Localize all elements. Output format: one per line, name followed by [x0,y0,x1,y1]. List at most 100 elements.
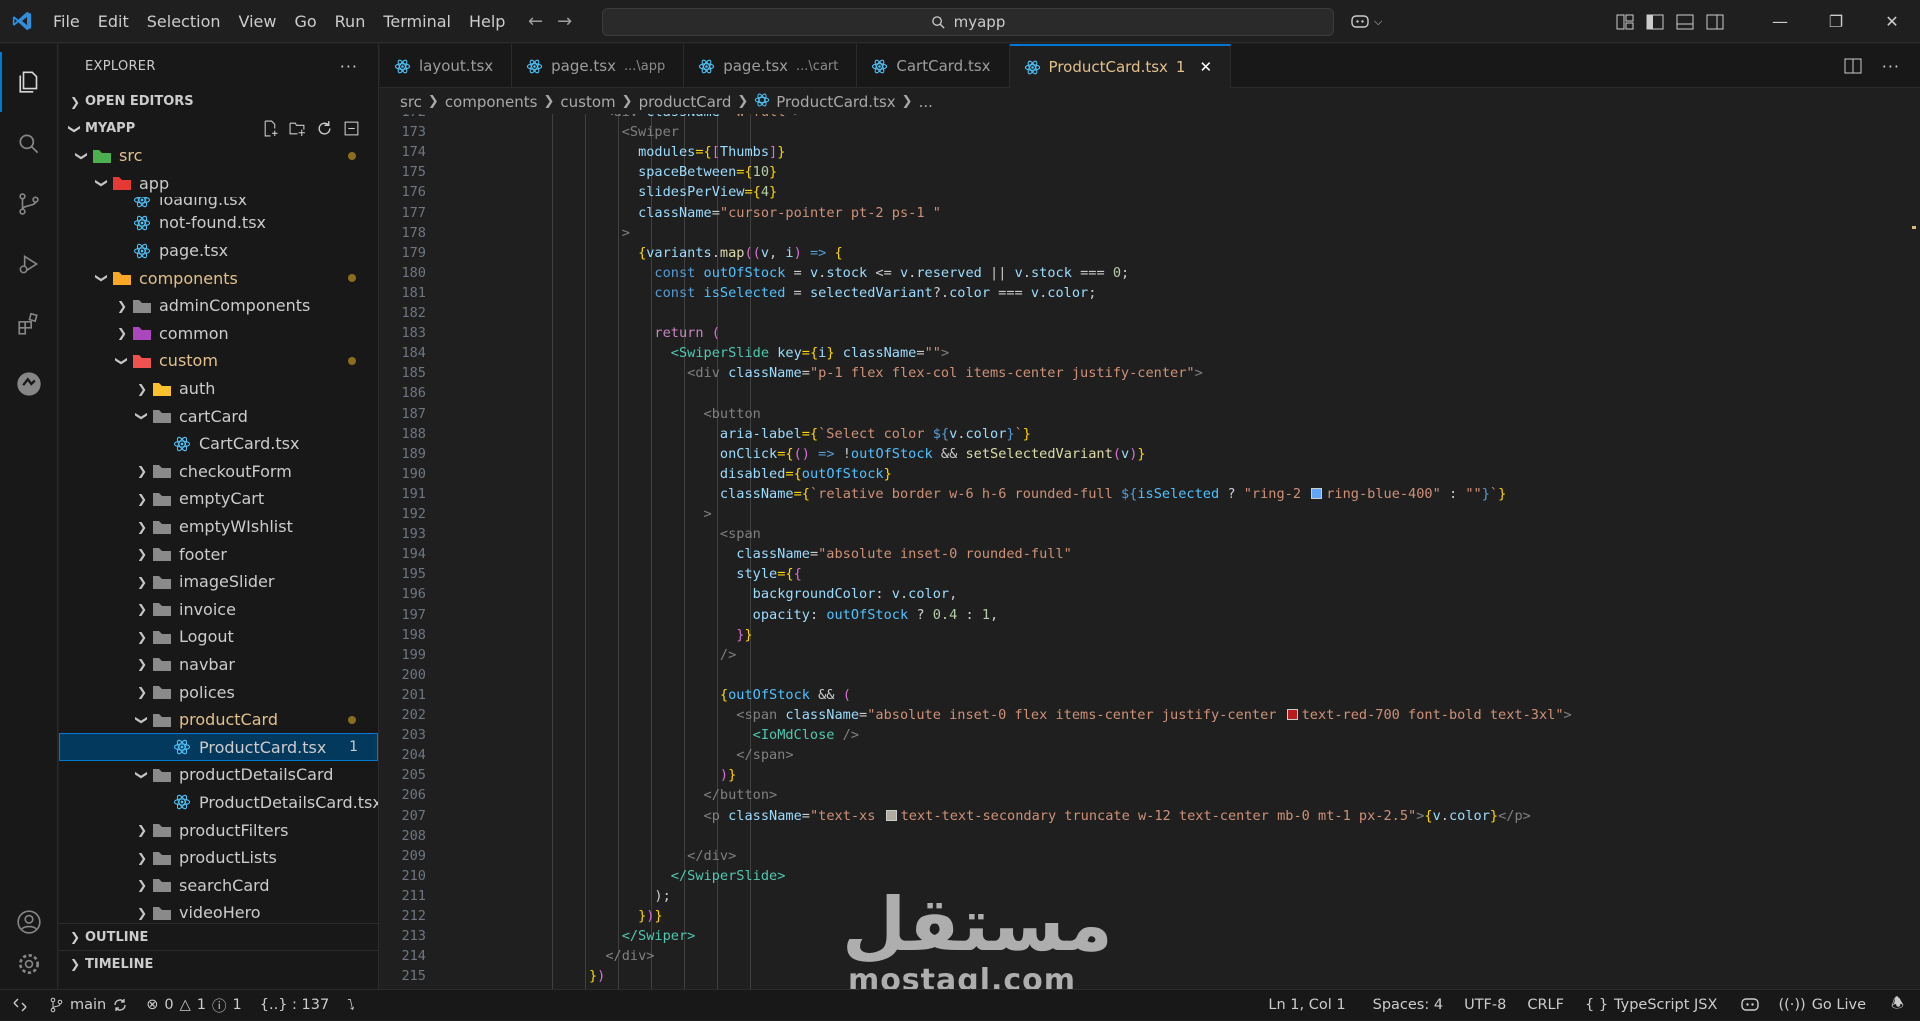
editor-tab[interactable]: layout.tsx [380,44,513,88]
tree-folder[interactable]: ❯ emptyWIshlist [59,513,378,541]
tree-folder[interactable]: ❯ auth [59,375,378,403]
tree-folder[interactable]: ❯ common [59,320,378,348]
toggle-panel-icon[interactable] [1676,14,1694,30]
tree-folder[interactable]: ❯ src [59,142,378,170]
code-line: 191 className={`relative border w-6 h-6 … [380,484,1900,504]
language-mode[interactable]: { } TypeScript JSX [1573,990,1726,1021]
extensions-icon[interactable] [0,294,58,354]
tree-folder[interactable]: ❯ productCard [59,706,378,734]
tree-folder[interactable]: ❯ footer [59,540,378,568]
command-center-search[interactable]: myapp [602,8,1334,36]
breadcrumb-item[interactable]: ... [919,93,933,111]
tree-file[interactable]: CartCard.tsx [59,430,378,458]
tree-folder[interactable]: ❯ adminComponents [59,292,378,320]
restore-icon[interactable]: ❐ [1808,0,1864,43]
menu-item-selection[interactable]: Selection [138,0,230,43]
editor-tab[interactable]: CartCard.tsx [857,44,1010,88]
editor-tab[interactable]: page.tsx ...\app [512,44,685,88]
more-actions-icon[interactable]: ··· [1882,57,1900,76]
breadcrumb-item[interactable]: productCard [639,93,732,111]
tree-folder[interactable]: ❯ cartCard [59,402,378,430]
code-token: } [883,465,892,482]
workspace-section[interactable]: ❯ MYAPP [59,115,378,142]
split-editor-icon[interactable] [1844,58,1862,74]
settings-gear-icon[interactable] [0,934,58,994]
line-ending[interactable]: CRLF [1515,990,1573,1021]
tree-file[interactable]: ProductCard.tsx 1 [59,733,378,762]
breadcrumb-item[interactable]: components [445,93,538,111]
timeline-section[interactable]: ❯ TIMELINE [59,950,378,977]
minimize-icon[interactable]: — [1752,0,1808,43]
forward-arrow-icon[interactable]: → [557,11,572,32]
notifications-bell-icon[interactable]: 🕭 [1875,990,1920,1021]
menu-item-help[interactable]: Help [460,0,514,43]
open-editors-section[interactable]: ❯ OPEN EDITORS [59,88,378,115]
tree-file[interactable]: not-found.tsx [59,209,378,237]
close-window-icon[interactable]: ✕ [1864,0,1920,43]
source-control-icon[interactable] [0,174,58,234]
back-arrow-icon[interactable]: ← [528,11,543,32]
tree-folder[interactable]: ❯ imageSlider [59,568,378,596]
tree-folder[interactable]: ❯ app [59,170,378,198]
breadcrumb-item[interactable]: src [400,93,422,111]
more-actions-icon[interactable]: ··· [340,57,358,76]
tree-file[interactable]: loading.tsx [59,197,378,209]
refresh-icon[interactable] [316,120,333,137]
chevron-right-icon: ❯ [136,823,148,838]
remote-explorer-icon[interactable] [0,354,58,414]
cursor-position[interactable]: Ln 1, Col 1 [1259,990,1354,1021]
menu-item-edit[interactable]: Edit [89,0,138,43]
code-editor[interactable]: 172 <div className="w-full">173 <Swiper1… [380,114,1920,989]
tree-folder[interactable]: ❯ checkoutForm [59,458,378,486]
lightning-icon[interactable]: ⭝ [338,990,363,1021]
run-debug-icon[interactable] [0,234,58,294]
copilot-button[interactable]: ⌵ [1350,8,1382,36]
tree-folder[interactable]: ❯ productDetailsCard [59,761,378,789]
tree-folder[interactable]: ❯ productFilters [59,816,378,844]
menu-item-run[interactable]: Run [326,0,375,43]
tree-folder[interactable]: ❯ custom [59,347,378,375]
breadcrumb-item[interactable]: custom [560,93,615,111]
customize-layout-icon[interactable] [1616,14,1634,30]
toggle-secondary-sidebar-icon[interactable] [1706,14,1724,30]
menu-item-view[interactable]: View [230,0,286,43]
tree-folder[interactable]: ❯ productLists [59,844,378,872]
new-file-icon[interactable] [262,120,279,137]
tree-folder[interactable]: ❯ navbar [59,651,378,679]
problems-indicator[interactable]: ⊗ 0 △ 1 ⓘ 1 [137,990,251,1021]
menu-item-file[interactable]: File [44,0,89,43]
menu-item-go[interactable]: Go [285,0,325,43]
new-folder-icon[interactable] [289,120,306,137]
editor-tab[interactable]: page.tsx ...\cart [684,44,858,88]
go-live-button[interactable]: ((·)) Go Live [1769,990,1875,1021]
tree-folder[interactable]: ❯ invoice [59,596,378,624]
explorer-icon[interactable] [0,52,58,112]
code-token: v [899,264,909,281]
tree-item-label: imageSlider [179,572,275,592]
tree-folder[interactable]: ❯ polices [59,678,378,706]
toggle-primary-sidebar-icon[interactable] [1646,14,1664,30]
menu-item-terminal[interactable]: Terminal [374,0,460,43]
tree-file[interactable]: page.tsx [59,237,378,265]
collapse-all-icon[interactable] [343,120,360,137]
search-view-icon[interactable] [0,114,58,174]
copilot-status-icon[interactable] [1726,990,1769,1021]
breadcrumb-item[interactable]: ProductCard.tsx [776,93,895,111]
editor-tab[interactable]: ProductCard.tsx 1 ✕ [1009,44,1232,88]
tree-folder[interactable]: ❯ searchCard [59,871,378,899]
tree-folder[interactable]: ❯ components [59,264,378,292]
tree-file[interactable]: ProductDetailsCard.tsx [59,789,378,817]
close-tab-icon[interactable]: ✕ [1199,58,1212,76]
symbols-indicator[interactable]: {..} : 137 [251,990,338,1021]
tree-folder[interactable]: ❯ Logout [59,623,378,651]
code-token: ={ [777,566,794,583]
tree-folder[interactable]: ❯ emptyCart [59,485,378,513]
outline-section[interactable]: ❯ OUTLINE [59,923,378,950]
indentation[interactable]: Spaces: 4 [1355,990,1452,1021]
code-text: slidesPerView={4} [458,182,777,202]
window-controls: — ❐ ✕ [1752,0,1920,43]
code-token: return [654,325,712,342]
remote-indicator-icon[interactable] [0,990,40,1021]
branch-indicator[interactable]: main [40,990,137,1021]
encoding[interactable]: UTF-8 [1452,990,1515,1021]
